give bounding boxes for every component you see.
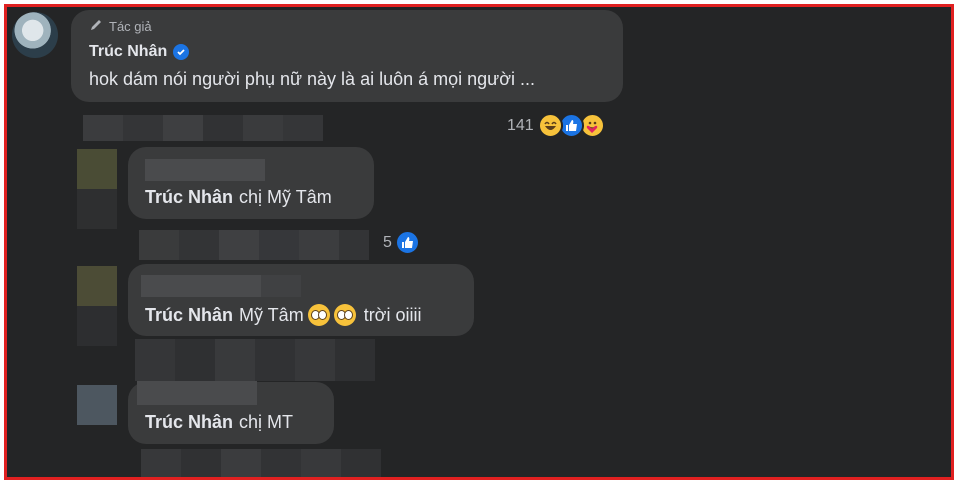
reply-author-blurred[interactable] bbox=[141, 275, 261, 297]
haha-reaction-icon bbox=[537, 113, 563, 138]
reply-text: chị Mỹ Tâm bbox=[239, 187, 332, 207]
mention-tag[interactable]: Trúc Nhân bbox=[145, 412, 233, 433]
reply-text-row: Trúc Nhân chị MT bbox=[145, 412, 293, 433]
author-name-row: Trúc Nhân bbox=[89, 43, 190, 61]
author-badge: Tác giả bbox=[89, 18, 152, 35]
author-avatar[interactable] bbox=[12, 12, 58, 58]
reply-text-before: Mỹ Tâm bbox=[239, 304, 304, 325]
reply-avatar[interactable] bbox=[77, 385, 117, 425]
reply-avatar[interactable] bbox=[77, 149, 117, 189]
reply-text-after: trời oiiii bbox=[363, 304, 422, 325]
reaction-count: 141 bbox=[507, 116, 534, 134]
reply-reactions[interactable]: 5 bbox=[383, 230, 420, 255]
pleading-face-icon bbox=[307, 304, 330, 326]
comment-actions-blurred bbox=[83, 115, 323, 141]
pleading-face-icon bbox=[333, 304, 356, 326]
reply-actions-blurred bbox=[139, 230, 369, 260]
author-comment-text: hok dám nói người phụ nữ này là ai luôn … bbox=[89, 69, 536, 89]
author-badge-label: Tác giả bbox=[109, 19, 152, 34]
pencil-icon bbox=[89, 18, 103, 35]
reply-actions-blurred bbox=[135, 339, 375, 381]
reply-avatar[interactable] bbox=[77, 266, 117, 306]
reply-text: chị MT bbox=[239, 412, 294, 432]
reply-author-blurred[interactable] bbox=[145, 159, 265, 181]
comment-thread: Tác giả Trúc Nhân hok dám nói người phụ … bbox=[4, 4, 954, 480]
main-reactions[interactable]: 141 bbox=[507, 113, 605, 138]
reply-actions-blurred bbox=[141, 449, 381, 477]
verified-badge-icon bbox=[173, 44, 190, 60]
like-reaction-icon bbox=[394, 230, 420, 255]
reply-text-row: Trúc Nhân chị Mỹ Tâm bbox=[145, 187, 332, 208]
reply-bubble bbox=[128, 147, 374, 219]
reply-avatar-blur bbox=[77, 189, 117, 229]
reply-avatar-blur bbox=[77, 306, 117, 346]
reaction-count: 5 bbox=[383, 233, 392, 251]
reply-author-blurred[interactable] bbox=[137, 381, 257, 405]
reply-author-blurred bbox=[261, 275, 301, 297]
mention-tag[interactable]: Trúc Nhân bbox=[145, 187, 233, 208]
author-name[interactable]: Trúc Nhân bbox=[89, 43, 167, 61]
reply-text-row: Trúc Nhân Mỹ Tâm trời oiiii bbox=[145, 304, 422, 326]
mention-tag[interactable]: Trúc Nhân bbox=[145, 305, 233, 326]
